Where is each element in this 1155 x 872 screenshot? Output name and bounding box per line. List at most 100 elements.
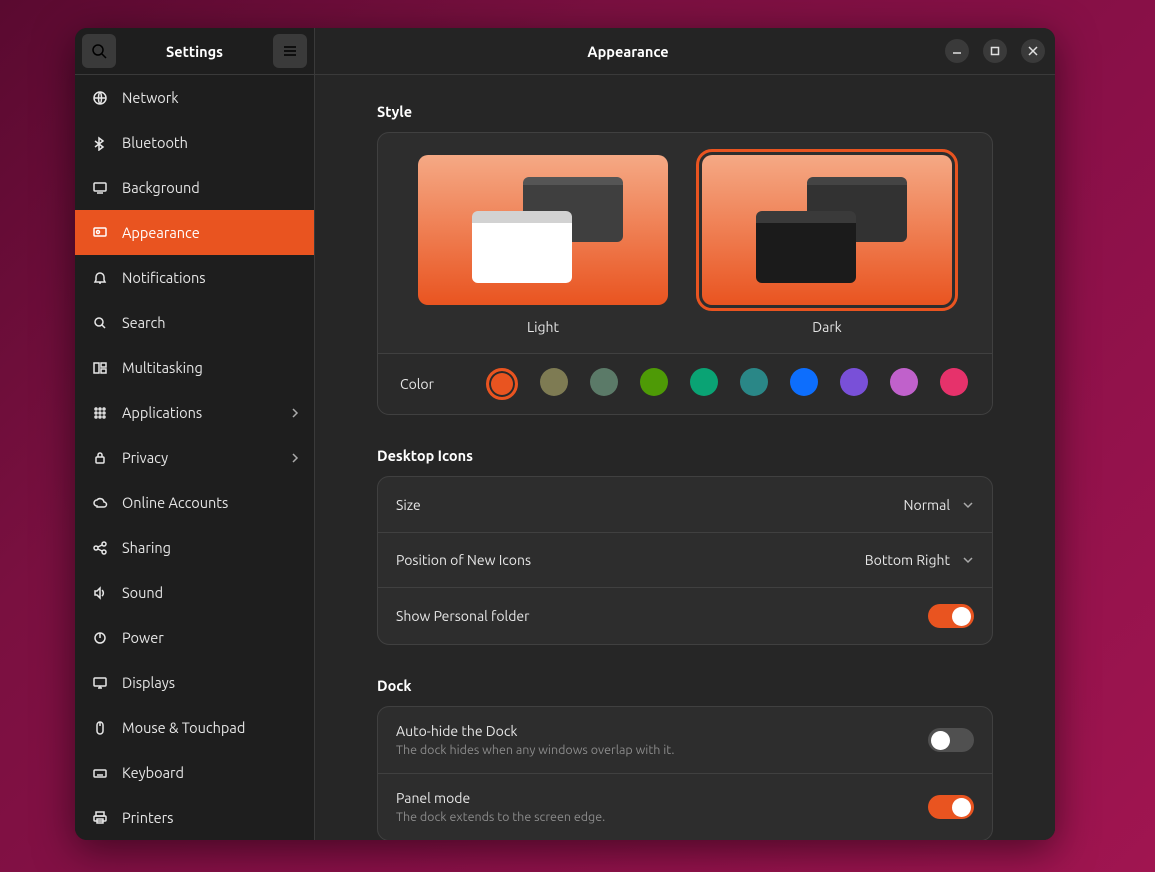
toggle-panel-mode[interactable]: [928, 795, 974, 819]
style-label-dark: Dark: [812, 319, 841, 335]
style-panel: Light Dark Color: [377, 132, 993, 415]
toggle-personal-folder[interactable]: [928, 604, 974, 628]
chevron-right-icon: [290, 453, 300, 463]
label-size: Size: [396, 497, 904, 513]
power-icon: [89, 630, 111, 646]
sidebar-item-mouse-touchpad[interactable]: Mouse & Touchpad: [75, 705, 314, 750]
sidebar-item-privacy[interactable]: Privacy: [75, 435, 314, 480]
sidebar-item-search[interactable]: Search: [75, 300, 314, 345]
style-label-light: Light: [527, 319, 559, 335]
sidebar-item-network[interactable]: Network: [75, 75, 314, 120]
color-swatch[interactable]: [940, 368, 968, 396]
sidebar-item-label: Multitasking: [122, 359, 300, 376]
sidebar-item-label: Search: [122, 314, 300, 331]
dark-thumbnail: [702, 155, 952, 305]
color-swatch[interactable]: [540, 368, 568, 396]
dock-panel: Auto-hide the Dock The dock hides when a…: [377, 706, 993, 840]
sidebar-item-label: Online Accounts: [122, 494, 300, 511]
lock-icon: [89, 450, 111, 466]
close-icon: [1028, 46, 1038, 56]
maximize-button[interactable]: [983, 39, 1007, 63]
cloud-icon: [89, 495, 111, 511]
sidebar-item-label: Mouse & Touchpad: [122, 719, 300, 736]
sidebar-item-appearance[interactable]: Appearance: [75, 210, 314, 255]
page-title: Appearance: [325, 43, 931, 60]
color-swatches: [486, 368, 968, 400]
color-swatch[interactable]: [486, 368, 518, 400]
section-title-desktop-icons: Desktop Icons: [377, 447, 993, 464]
minimize-icon: [952, 46, 962, 56]
color-swatch[interactable]: [690, 368, 718, 396]
color-label: Color: [400, 376, 480, 392]
label-personal: Show Personal folder: [396, 608, 928, 624]
sidebar-item-label: Power: [122, 629, 300, 646]
monitor-icon: [89, 675, 111, 691]
value-position: Bottom Right: [865, 552, 950, 568]
color-row: Color: [378, 353, 992, 414]
sidebar-item-power[interactable]: Power: [75, 615, 314, 660]
row-size[interactable]: Size Normal: [378, 477, 992, 532]
bluetooth-icon: [89, 135, 111, 151]
panel-mode-labels: Panel mode The dock extends to the scree…: [396, 790, 928, 824]
sidebar-item-sharing[interactable]: Sharing: [75, 525, 314, 570]
sidebar-item-label: Privacy: [122, 449, 290, 466]
label-autohide: Auto-hide the Dock: [396, 723, 928, 739]
mouse-icon: [89, 720, 111, 736]
bell-icon: [89, 270, 111, 286]
keyboard-icon: [89, 765, 111, 781]
close-button[interactable]: [1021, 39, 1045, 63]
sidebar-item-multitasking[interactable]: Multitasking: [75, 345, 314, 390]
sidebar-item-label: Sound: [122, 584, 300, 601]
sidebar-item-printers[interactable]: Printers: [75, 795, 314, 840]
color-swatch[interactable]: [740, 368, 768, 396]
row-position[interactable]: Position of New Icons Bottom Right: [378, 532, 992, 587]
color-swatch[interactable]: [590, 368, 618, 396]
style-options: Light Dark: [378, 133, 992, 353]
menu-button[interactable]: [273, 34, 307, 68]
content: Style Light Dark: [315, 75, 1055, 840]
sidebar-item-label: Notifications: [122, 269, 300, 286]
minimize-button[interactable]: [945, 39, 969, 63]
appearance-icon: [89, 225, 111, 241]
settings-window: Settings Network Bluetooth Background Appea…: [75, 28, 1055, 840]
app-title: Settings: [116, 43, 273, 60]
sidebar-item-notifications[interactable]: Notifications: [75, 255, 314, 300]
grid-icon: [89, 405, 111, 421]
search-button[interactable]: [82, 34, 116, 68]
sidebar-item-online-accounts[interactable]: Online Accounts: [75, 480, 314, 525]
sidebar-item-sound[interactable]: Sound: [75, 570, 314, 615]
row-autohide: Auto-hide the Dock The dock hides when a…: [378, 707, 992, 773]
color-swatch[interactable]: [890, 368, 918, 396]
row-personal-folder: Show Personal folder: [378, 587, 992, 644]
sidebar-item-label: Appearance: [122, 224, 300, 241]
autohide-labels: Auto-hide the Dock The dock hides when a…: [396, 723, 928, 757]
sidebar-item-applications[interactable]: Applications: [75, 390, 314, 435]
color-swatch[interactable]: [640, 368, 668, 396]
row-panel-mode: Panel mode The dock extends to the scree…: [378, 773, 992, 840]
color-swatch[interactable]: [840, 368, 868, 396]
sidebar-item-label: Displays: [122, 674, 300, 691]
section-title-dock: Dock: [377, 677, 993, 694]
sidebar-item-bluetooth[interactable]: Bluetooth: [75, 120, 314, 165]
sidebar-item-label: Background: [122, 179, 300, 196]
sidebar-item-background[interactable]: Background: [75, 165, 314, 210]
sidebar-item-label: Keyboard: [122, 764, 300, 781]
sidebar-item-label: Bluetooth: [122, 134, 300, 151]
sidebar-item-label: Sharing: [122, 539, 300, 556]
color-swatch[interactable]: [790, 368, 818, 396]
style-option-dark[interactable]: Dark: [702, 155, 952, 335]
style-option-light[interactable]: Light: [418, 155, 668, 335]
sidebar-item-displays[interactable]: Displays: [75, 660, 314, 705]
sidebar-item-keyboard[interactable]: Keyboard: [75, 750, 314, 795]
search-icon: [91, 43, 107, 59]
chevron-down-icon: [962, 499, 974, 511]
sidebar-header: Settings: [75, 28, 314, 75]
maximize-icon: [990, 46, 1000, 56]
toggle-autohide[interactable]: [928, 728, 974, 752]
printer-icon: [89, 810, 111, 826]
desktop-icons-panel: Size Normal Position of New Icons Bottom…: [377, 476, 993, 645]
sub-panel-mode: The dock extends to the screen edge.: [396, 810, 928, 824]
main-panel: Appearance Style Light: [315, 28, 1055, 840]
sidebar-item-label: Network: [122, 89, 300, 106]
sound-icon: [89, 585, 111, 601]
